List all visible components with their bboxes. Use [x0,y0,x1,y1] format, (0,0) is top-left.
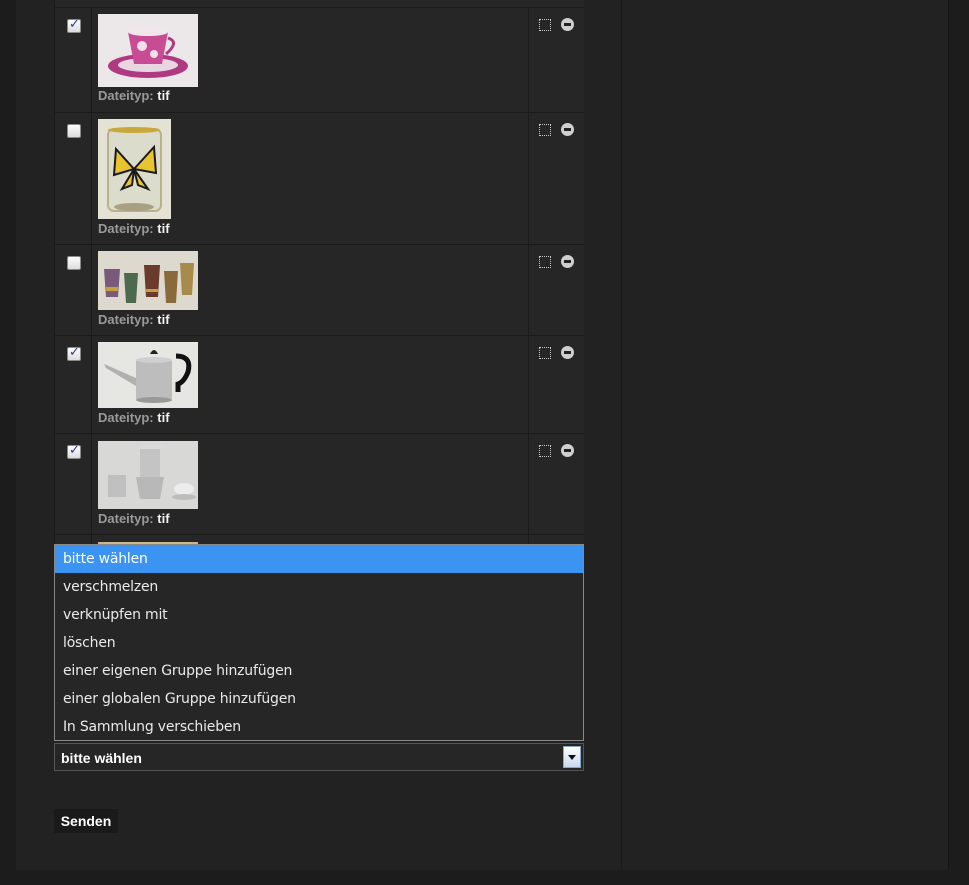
minus-circle-icon[interactable] [561,444,574,457]
minus-circle-icon[interactable] [561,255,574,268]
row-checkbox[interactable] [67,124,81,138]
dropdown-option[interactable]: einer eigenen Gruppe hinzufügen [55,657,583,685]
filetype-label: Dateityp: [98,88,154,103]
thumbnail-beakers[interactable] [98,251,198,310]
dropdown-option[interactable]: In Sammlung verschieben [55,713,583,741]
filetype-value: tif [157,88,170,103]
filetype-label: Dateityp: [98,511,154,526]
page-footer-strip [0,870,969,885]
dropdown-option[interactable]: löschen [55,629,583,657]
dotted-square-icon[interactable] [539,347,551,359]
minus-circle-icon[interactable] [561,123,574,136]
dotted-square-icon[interactable] [539,445,551,457]
dotted-square-icon[interactable] [539,124,551,136]
table-row: ✓ Dateityp: tif [55,433,584,535]
filetype-value: tif [157,410,170,425]
thumbnail-butterfly-glass[interactable] [98,119,171,219]
results-table: ✓ Dateityp: tif Dateityp: tif Dateityp: … [54,0,584,545]
action-dropdown-list: bitte wählen verschmelzen verknüpfen mit… [54,544,584,741]
filetype-value: tif [157,312,170,327]
table-row: ✓ Dateityp: tif [55,335,584,434]
filetype-label: Dateityp: [98,312,154,327]
row-checkbox[interactable]: ✓ [67,443,81,459]
dotted-square-icon[interactable] [539,256,551,268]
row-checkbox[interactable]: ✓ [67,345,81,361]
minus-circle-icon[interactable] [561,18,574,31]
row-checkbox[interactable]: ✓ [67,17,81,33]
dropdown-option[interactable]: einer globalen Gruppe hinzufügen [55,685,583,713]
filetype-label: Dateityp: [98,221,154,236]
dropdown-option[interactable]: bitte wählen [55,545,583,573]
action-select[interactable]: bitte wählen [54,743,584,771]
check-mark-icon: ✓ [69,345,80,360]
thumbnail-cup-and-saucer[interactable] [98,14,198,87]
filetype-value: tif [157,511,170,526]
column-divider [621,0,622,870]
thumbnail-teapot[interactable] [98,342,198,408]
table-row: ✓ Dateityp: tif [55,7,584,113]
chevron-down-icon[interactable] [563,746,581,768]
table-row: Dateityp: tif [55,112,584,245]
action-select-value: bitte wählen [61,750,142,766]
send-button[interactable]: Senden [54,809,118,833]
dropdown-option[interactable]: verknüpfen mit [55,601,583,629]
check-mark-icon: ✓ [69,443,80,458]
check-mark-icon: ✓ [69,17,80,32]
minus-circle-icon[interactable] [561,346,574,359]
filetype-label: Dateityp: [98,410,154,425]
dropdown-option[interactable]: verschmelzen [55,573,583,601]
dotted-square-icon[interactable] [539,19,551,31]
thumbnail-coffee-set[interactable] [98,441,198,509]
row-checkbox[interactable] [67,256,81,270]
table-row: Dateityp: tif [55,244,584,336]
filetype-value: tif [157,221,170,236]
